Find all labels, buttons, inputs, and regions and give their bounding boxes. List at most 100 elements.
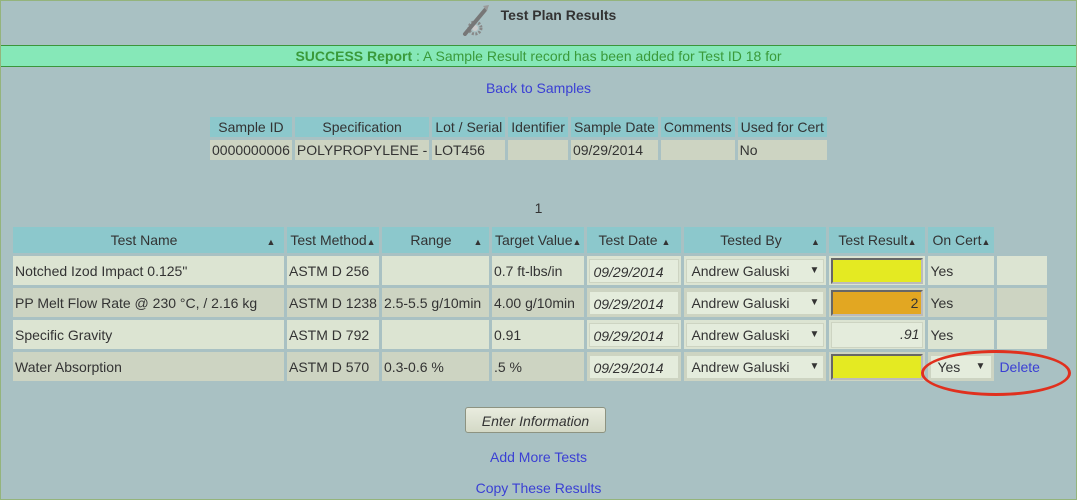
chevron-down-icon: ▼ xyxy=(975,361,986,372)
tested-by-select[interactable]: Andrew Galuski ▼ xyxy=(686,322,825,347)
add-more-tests-link[interactable]: Add More Tests xyxy=(490,449,587,465)
test-result-input[interactable]: 2 xyxy=(831,289,924,316)
sort-icon: ▲ xyxy=(661,237,671,247)
sort-icon: ▲ xyxy=(981,237,991,247)
header: Test Plan Results xyxy=(0,0,1077,44)
delete-link[interactable]: Delete xyxy=(999,359,1039,375)
sort-icon: ▲ xyxy=(266,237,276,247)
actions-cell xyxy=(997,320,1048,349)
test-date-cell: 09/29/2014 xyxy=(587,288,682,317)
back-to-samples-link[interactable]: Back to Samples xyxy=(486,80,591,96)
sample-table: Sample ID Specification Lot / Serial Ide… xyxy=(207,114,830,163)
tested-by-select[interactable]: Andrew Galuski ▼ xyxy=(686,258,825,283)
target-value: 0.7 ft-lbs/in xyxy=(491,256,585,285)
test-method: ASTM D 792 xyxy=(287,320,379,349)
specification: POLYPROPYLENE - xyxy=(294,140,430,160)
test-result-input[interactable]: .91 xyxy=(831,321,924,348)
col-test-method[interactable]: Test Method▲ xyxy=(287,227,379,253)
results-table: Test Name ▲ Test Method▲ Range ▲ Target Va… xyxy=(10,224,1050,384)
test-result-cell: 2 xyxy=(829,288,926,317)
test-date-cell: 09/29/2014 xyxy=(587,256,682,285)
test-date-input[interactable]: 09/29/2014 xyxy=(589,322,680,347)
sort-icon: ▲ xyxy=(366,237,376,247)
test-date-input[interactable]: 09/29/2014 xyxy=(589,290,680,315)
test-result-input[interactable] xyxy=(831,353,924,380)
col-specification: Specification xyxy=(294,117,430,137)
test-method: ASTM D 256 xyxy=(287,256,379,285)
col-test-date[interactable]: Test Date ▲ xyxy=(587,227,682,253)
tested-by-select[interactable]: Andrew Galuski ▼ xyxy=(686,290,825,315)
col-on-cert[interactable]: On Cert▲ xyxy=(928,227,995,253)
tested-by-cell: Andrew Galuski ▼ xyxy=(684,352,827,381)
comments xyxy=(660,140,735,160)
test-date-cell: 09/29/2014 xyxy=(587,320,682,349)
test-result-cell xyxy=(829,352,926,381)
range: 2.5-5.5 g/10min xyxy=(381,288,489,317)
col-comments: Comments xyxy=(660,117,735,137)
test-result-cell xyxy=(829,256,926,285)
test-result-input[interactable] xyxy=(831,257,924,284)
sample-id: 0000000006 xyxy=(210,140,292,160)
success-message: : A Sample Result record has been added … xyxy=(412,48,782,64)
col-test-result[interactable]: Test Result▲ xyxy=(829,227,926,253)
identifier xyxy=(508,140,568,160)
tested-by-select[interactable]: Andrew Galuski ▼ xyxy=(686,354,825,379)
test-name: Specific Gravity xyxy=(13,320,284,349)
actions-cell: Delete xyxy=(997,352,1047,381)
test-result-cell: .91 xyxy=(829,320,926,349)
used-for-cert: No xyxy=(737,140,827,160)
actions-cell xyxy=(997,256,1048,285)
test-date-input[interactable]: 09/29/2014 xyxy=(589,354,680,379)
chevron-down-icon: ▼ xyxy=(809,296,820,308)
test-date-input[interactable]: 09/29/2014 xyxy=(589,258,680,283)
tested-by-cell: Andrew Galuski ▼ xyxy=(684,320,827,349)
copy-these-results-link[interactable]: Copy These Results xyxy=(476,480,602,496)
tested-by-cell: Andrew Galuski ▼ xyxy=(684,256,827,285)
table-row: PP Melt Flow Rate @ 230 °C, / 2.16 kg AS… xyxy=(13,288,1048,317)
sample-date: 09/29/2014 xyxy=(570,140,658,160)
sample-table-header: Sample ID Specification Lot / Serial Ide… xyxy=(210,117,827,137)
sort-icon: ▲ xyxy=(572,237,582,247)
page-number[interactable]: 1 xyxy=(0,200,1077,216)
col-lot-serial: Lot / Serial xyxy=(432,117,506,137)
tested-by-cell: Andrew Galuski ▼ xyxy=(684,288,827,317)
table-row: Notched Izod Impact 0.125" ASTM D 256 0.… xyxy=(13,256,1048,285)
table-row: Water Absorption ASTM D 570 0.3-0.6 % .5… xyxy=(13,352,1047,381)
on-cert: Yes xyxy=(928,288,995,317)
test-name: Notched Izod Impact 0.125" xyxy=(13,256,284,285)
chevron-down-icon: ▼ xyxy=(809,360,820,372)
target-value: 4.00 g/10min xyxy=(491,288,585,317)
test-name: Water Absorption xyxy=(13,352,284,381)
table-row: Specific Gravity ASTM D 792 0.91 09/29/2… xyxy=(13,320,1048,349)
on-cert: Yes xyxy=(928,320,995,349)
actions-cell xyxy=(997,288,1048,317)
sort-icon: ▲ xyxy=(907,237,917,247)
col-tested-by[interactable]: Tested By ▲ xyxy=(684,227,827,253)
lot-serial: LOT456 xyxy=(432,140,506,160)
on-cert-cell: Yes ▼ xyxy=(928,352,995,381)
col-actions xyxy=(997,227,1047,253)
target-value: 0.91 xyxy=(491,320,585,349)
test-method: ASTM D 570 xyxy=(287,352,379,381)
test-name: PP Melt Flow Rate @ 230 °C, / 2.16 kg xyxy=(13,288,284,317)
col-target-value[interactable]: Target Value▲ xyxy=(491,227,585,253)
target-value: .5 % xyxy=(491,352,585,381)
range: 0.3-0.6 % xyxy=(381,352,489,381)
col-range[interactable]: Range ▲ xyxy=(381,227,489,253)
test-date-cell: 09/29/2014 xyxy=(587,352,682,381)
col-sample-date: Sample Date xyxy=(570,117,658,137)
chevron-down-icon: ▼ xyxy=(809,264,820,276)
enter-information-button[interactable]: Enter Information xyxy=(465,407,606,433)
success-label: SUCCESS Report xyxy=(295,48,413,64)
col-identifier: Identifier xyxy=(508,117,568,137)
sample-row: 0000000006 POLYPROPYLENE - LOT456 09/29/… xyxy=(210,140,827,160)
test-method: ASTM D 1238 xyxy=(287,288,379,317)
on-cert-select[interactable]: Yes ▼ xyxy=(930,354,993,379)
sort-icon: ▲ xyxy=(810,237,820,247)
range xyxy=(381,320,489,349)
success-banner: SUCCESS Report : A Sample Result record … xyxy=(1,45,1076,67)
col-used-for-cert: Used for Cert xyxy=(737,117,827,137)
col-test-name[interactable]: Test Name ▲ xyxy=(13,227,284,253)
sort-icon: ▲ xyxy=(473,237,483,247)
chevron-down-icon: ▼ xyxy=(809,328,820,340)
